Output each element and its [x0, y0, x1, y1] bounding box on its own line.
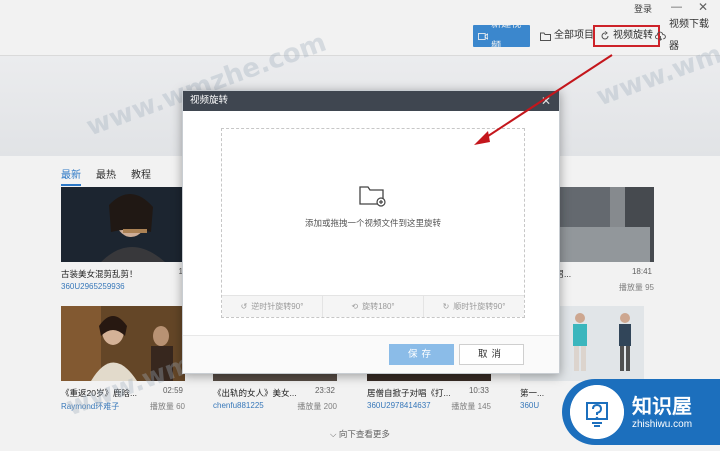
- question-lightbulb-icon: [570, 385, 624, 439]
- badge-title: 知识屋: [632, 396, 692, 418]
- badge-url: zhishiwu.com: [632, 419, 693, 430]
- site-badge: 知识屋 zhishiwu.com: [562, 379, 720, 445]
